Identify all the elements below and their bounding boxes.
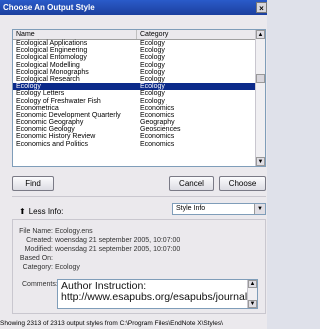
- status-text: Showing 2313 of 2313 output styles from …: [0, 320, 223, 327]
- list-item-name: Economics and Politics: [16, 140, 88, 148]
- list-item-name: Ecological Modelling: [16, 61, 80, 69]
- triangle-down-icon[interactable]: ▼: [256, 157, 265, 166]
- close-icon[interactable]: ×: [256, 2, 267, 13]
- list-item[interactable]: Ecology Ecology: [13, 83, 257, 91]
- list-rows: Ecological Applications Ecology Ecological…: [13, 40, 257, 148]
- list-item[interactable]: Ecology Letters Ecology: [13, 90, 257, 97]
- file-name-value: Ecology.ens: [55, 228, 93, 235]
- list-item-category: Economics: [140, 111, 175, 119]
- title-bar[interactable]: Choose An Output Style ×: [0, 0, 267, 15]
- less-info-toggle[interactable]: ⬆ Less Info:: [19, 207, 63, 216]
- list-item-category: Ecology: [140, 47, 165, 55]
- less-info-label: Less Info:: [28, 207, 64, 216]
- created-row: Created: woensdag 21 september 2005, 10:0…: [13, 237, 180, 244]
- list-item[interactable]: Economic Development Quarterly Economics: [13, 112, 257, 119]
- comments-label: Comments:: [22, 281, 58, 288]
- list-item-name: Economic History Review: [16, 133, 96, 141]
- comments-text[interactable]: Author Instruction: http://www.esapubs.o…: [61, 281, 247, 303]
- comments-scrollbar[interactable]: ▲ ▼: [247, 280, 257, 308]
- list-item-name: Ecological Monographs: [16, 68, 89, 76]
- list-item[interactable]: Ecological Entomology Ecology: [13, 54, 257, 61]
- list-header: Name Category: [13, 30, 257, 40]
- triangle-up-icon[interactable]: ▲: [248, 280, 257, 288]
- list-item-name: Ecological Research: [16, 75, 80, 83]
- list-item-name: Ecology Letters: [16, 90, 65, 98]
- list-item[interactable]: Ecology of Freshwater Fish Ecology: [13, 98, 257, 105]
- list-item[interactable]: Ecological Monographs Ecology: [13, 69, 257, 76]
- list-item-name: Economic Geology: [16, 126, 75, 134]
- style-info-panel: File Name: Ecology.ens Created: woensdag 2…: [12, 219, 266, 314]
- find-button[interactable]: Find: [12, 176, 54, 191]
- category-row: Category: Ecology: [13, 264, 80, 271]
- list-item[interactable]: Economics and Politics Economics: [13, 141, 257, 148]
- list-item-name: Economic Geography: [16, 119, 84, 127]
- window-title: Choose An Output Style: [3, 3, 95, 12]
- column-header-category[interactable]: Category: [137, 30, 257, 39]
- divider: [12, 196, 266, 197]
- up-arrow-icon: ⬆: [19, 207, 26, 216]
- file-name-row: File Name: Ecology.ens: [13, 228, 93, 235]
- modified-row: Modified: woensdag 21 september 2005, 10:…: [13, 246, 181, 253]
- list-item-category: Economics: [140, 104, 175, 112]
- list-item[interactable]: Ecological Modelling Ecology: [13, 62, 257, 69]
- info-type-value: Style Info: [176, 205, 206, 212]
- cancel-button[interactable]: Cancel: [169, 176, 214, 191]
- choose-button[interactable]: Choose: [219, 176, 266, 191]
- modified-value: woensdag 21 september 2005, 10:07:00: [55, 246, 181, 253]
- list-item-name: Ecological Entomology: [16, 54, 87, 62]
- modified-label: Modified:: [24, 246, 53, 253]
- triangle-up-icon[interactable]: ▲: [256, 30, 265, 39]
- list-item[interactable]: Econometrica Economics: [13, 105, 257, 112]
- list-item[interactable]: Economic Geology Geosciences: [13, 126, 257, 133]
- category-value: Ecology: [55, 264, 80, 271]
- column-header-name[interactable]: Name: [13, 30, 137, 39]
- scroll-thumb[interactable]: [256, 74, 265, 83]
- list-item-category: Ecology: [140, 54, 165, 62]
- created-value: woensdag 21 september 2005, 10:07:00: [55, 237, 181, 244]
- list-item-category: Ecology: [140, 68, 165, 76]
- list-item[interactable]: Ecological Research Ecology: [13, 76, 257, 83]
- list-item-category: Ecology: [140, 97, 165, 105]
- based-on-row: Based On:: [13, 255, 55, 262]
- info-type-select[interactable]: Style Info ▼: [172, 203, 266, 215]
- list-item-category: Economics: [140, 133, 175, 141]
- category-label: Category:: [22, 264, 53, 271]
- based-on-label: Based On:: [19, 255, 53, 262]
- list-item-category: Geography: [140, 119, 175, 127]
- list-item-category: Ecology: [140, 61, 165, 69]
- list-item-name: Economic Development Quarterly: [16, 111, 121, 119]
- list-item[interactable]: Ecological Engineering Ecology: [13, 47, 257, 54]
- list-item-category: Ecology: [140, 40, 165, 47]
- list-item-category: Ecology: [140, 90, 165, 98]
- list-item-category: Ecology: [140, 83, 165, 91]
- list-item[interactable]: Ecological Applications Ecology: [13, 40, 257, 47]
- triangle-down-icon[interactable]: ▼: [248, 300, 257, 308]
- list-item-category: Economics: [140, 140, 175, 148]
- list-item-name: Ecology of Freshwater Fish: [16, 97, 101, 105]
- list-item-name: Ecology: [16, 83, 41, 91]
- list-item[interactable]: Economic History Review Economics: [13, 133, 257, 140]
- choose-output-style-dialog: Choose An Output Style × Name Category E…: [0, 0, 267, 329]
- list-item-name: Ecological Engineering: [16, 47, 88, 55]
- created-label: Created:: [26, 237, 53, 244]
- file-name-label: File Name:: [19, 228, 53, 235]
- list-scrollbar[interactable]: ▲ ▼: [255, 30, 265, 166]
- style-list[interactable]: Name Category Ecological Applications Eco…: [12, 29, 266, 167]
- list-item-name: Econometrica: [16, 104, 59, 112]
- list-item-category: Ecology: [140, 75, 165, 83]
- list-item-category: Geosciences: [140, 126, 181, 134]
- comments-line-2: http://www.esapubs.org/esapubs/journals/…: [61, 291, 247, 303]
- comments-field[interactable]: Author Instruction: http://www.esapubs.o…: [57, 279, 258, 309]
- list-item-name: Ecological Applications: [16, 40, 88, 47]
- chevron-down-icon[interactable]: ▼: [254, 204, 265, 214]
- list-item[interactable]: Economic Geography Geography: [13, 119, 257, 126]
